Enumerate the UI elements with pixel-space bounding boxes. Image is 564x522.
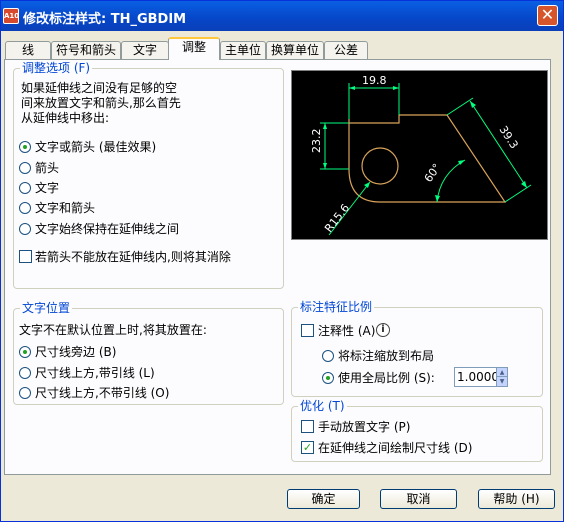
manual-text-label[interactable]: 手动放置文字 (P) [318,420,410,434]
tab-primary-units[interactable]: 主单位 [220,41,266,59]
preview-dim-angle: 60° [422,161,444,184]
fit-options-legend: 调整选项 (F) [20,61,93,75]
global-scale-spinner[interactable]: 1.0000 ▲ ▼ [454,367,508,387]
ok-button[interactable]: 确定 [287,489,360,509]
spinner-buttons: ▲ ▼ [496,368,507,386]
scale-legend: 标注特征比例 [298,300,375,314]
info-icon[interactable]: i [376,323,390,337]
dialog-title: 修改标注样式: TH_GBDIM [23,12,187,27]
radio-scale-to-layout[interactable] [322,350,334,362]
radio-over-dim-line-without-leader[interactable] [19,387,31,399]
tab-text[interactable]: 文字 [121,41,169,59]
radio-always-keep-text-label[interactable]: 文字始终保持在延伸线之间 [35,222,179,236]
global-scale-value[interactable]: 1.0000 [457,370,499,384]
close-button[interactable]: ✕ [537,5,558,26]
radio-over-dim-line-without-leader-label[interactable]: 尺寸线上方,不带引线 (O) [35,386,169,400]
dimension-preview: 19.8 23.2 39.3 60° R15.6 [291,70,548,240]
fine-tuning-legend: 优化 (T) [298,399,347,413]
radio-text-label[interactable]: 文字 [35,181,59,195]
radio-text[interactable] [19,182,31,194]
suppress-arrows-checkbox[interactable] [19,250,32,263]
draw-dim-line-checkbox[interactable]: ✓ [301,441,314,454]
radio-beside-dim-line-label[interactable]: 尺寸线旁边 (B) [35,345,116,359]
tab-symbols-arrows[interactable]: 符号和箭头 [51,41,121,59]
tab-fit[interactable]: 调整 [168,37,220,60]
fit-description-line-1: 如果延伸线之间没有足够的空 [21,81,178,95]
radio-text-or-arrows[interactable] [19,141,31,153]
preview-dim-radius: R15.6 [322,202,352,235]
spin-down-icon[interactable]: ▼ [497,377,507,386]
fit-description-line-3: 从延伸线中移出: [21,111,110,125]
dialog-window: A10 修改标注样式: TH_GBDIM ✕ 线 符号和箭头 文字 调整 主单位… [0,0,564,522]
radio-text-and-arrows[interactable] [19,202,31,214]
radio-arrows[interactable] [19,162,31,174]
text-placement-description: 文字不在默认位置上时,将其放置在: [19,323,207,337]
radio-use-global-scale-label[interactable]: 使用全局比例 (S): [338,371,435,385]
annotative-checkbox[interactable] [301,324,314,337]
preview-drawing: 19.8 23.2 39.3 60° R15.6 [310,74,532,236]
radio-over-dim-line-with-leader[interactable] [19,367,31,379]
suppress-arrows-label[interactable]: 若箭头不能放在延伸线内,则将其消除 [35,250,231,264]
manual-text-checkbox[interactable] [301,420,314,433]
preview-dim-top: 19.8 [362,74,387,87]
spin-up-icon[interactable]: ▲ [497,368,507,377]
radio-text-and-arrows-label[interactable]: 文字和箭头 [35,201,95,215]
title-bar[interactable]: A10 修改标注样式: TH_GBDIM ✕ [1,1,563,31]
cancel-button[interactable]: 取消 [380,489,457,509]
radio-text-or-arrows-label[interactable]: 文字或箭头 (最佳效果) [35,140,156,154]
radio-beside-dim-line[interactable] [19,346,31,358]
tab-lines[interactable]: 线 [5,41,51,59]
preview-dim-left: 23.2 [310,129,323,154]
radio-use-global-scale[interactable] [322,372,334,384]
fit-description-line-2: 间来放置文字和箭头,那么首先 [21,96,181,110]
annotative-label[interactable]: 注释性 (A) [318,324,375,338]
radio-arrows-label[interactable]: 箭头 [35,161,59,175]
preview-circle [361,147,399,185]
draw-dim-line-label[interactable]: 在延伸线之间绘制尺寸线 (D) [318,441,472,455]
preview-outline [348,114,507,203]
radio-over-dim-line-with-leader-label[interactable]: 尺寸线上方,带引线 (L) [35,366,155,380]
radio-scale-to-layout-label[interactable]: 将标注缩放到布局 [338,349,434,363]
autocad-app-icon: A10 [3,8,19,24]
tab-alternate-units[interactable]: 换算单位 [266,41,324,59]
help-button[interactable]: 帮助 (H) [478,489,555,509]
text-placement-legend: 文字位置 [20,301,73,315]
tab-tolerances[interactable]: 公差 [324,41,368,59]
radio-always-keep-text[interactable] [19,223,31,235]
